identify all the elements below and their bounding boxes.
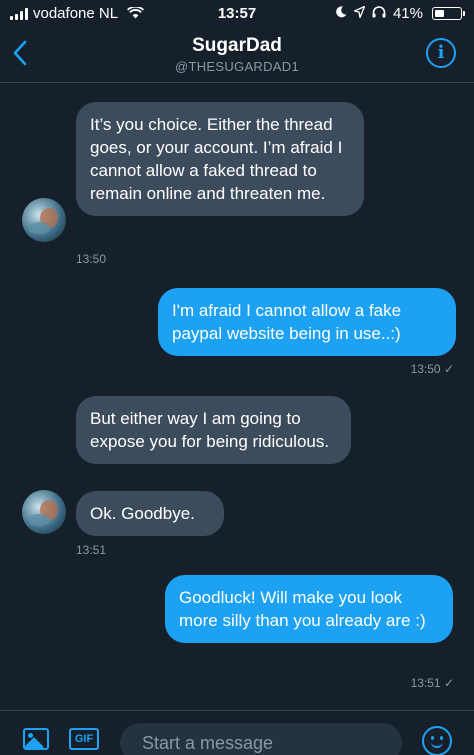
info-button[interactable]: i — [426, 38, 456, 68]
avatar[interactable] — [22, 490, 66, 534]
location-icon — [352, 5, 366, 22]
status-right: 41% — [336, 5, 465, 22]
contact-handle: @THESUGARDAD1 — [174, 59, 299, 74]
message-timestamp: 13:51 ✓ — [410, 676, 454, 690]
contact-name[interactable]: SugarDad — [0, 35, 474, 57]
message-list[interactable]: It’s you choice. Either the thread goes,… — [0, 84, 474, 710]
battery-icon — [432, 7, 465, 20]
dm-screen: vodafone NL 13:57 41% SugarDad @THESUGAR… — [0, 0, 474, 755]
headphones-icon — [372, 5, 386, 22]
moon-icon — [336, 5, 347, 22]
emoji-button[interactable] — [422, 726, 452, 755]
battery-level — [434, 9, 445, 17]
message-bubble-incoming[interactable]: But either way I am going to expose you … — [76, 396, 351, 464]
battery-percent: 41% — [392, 5, 423, 22]
message-timestamp: 13:51 — [76, 543, 107, 557]
message-bubble-incoming[interactable]: Ok. Goodbye. — [76, 491, 224, 536]
message-bubble-outgoing[interactable]: I'm afraid I cannot allow a fake paypal … — [158, 288, 456, 356]
message-bubble-incoming[interactable]: It’s you choice. Either the thread goes,… — [76, 102, 364, 216]
info-icon: i — [437, 42, 445, 63]
message-timestamp: 13:50 — [76, 252, 107, 266]
conversation-header: SugarDad @THESUGARDAD1 i — [0, 28, 474, 83]
message-composer: GIF Start a message — [0, 710, 474, 755]
message-bubble-outgoing[interactable]: Goodluck! Will make you look more silly … — [165, 575, 453, 643]
message-input[interactable]: Start a message — [120, 723, 402, 755]
avatar[interactable] — [22, 198, 66, 242]
message-timestamp: 13:50 ✓ — [410, 362, 454, 376]
image-button[interactable] — [23, 728, 49, 750]
gif-button[interactable]: GIF — [69, 728, 99, 750]
status-bar: vodafone NL 13:57 41% — [0, 0, 474, 28]
